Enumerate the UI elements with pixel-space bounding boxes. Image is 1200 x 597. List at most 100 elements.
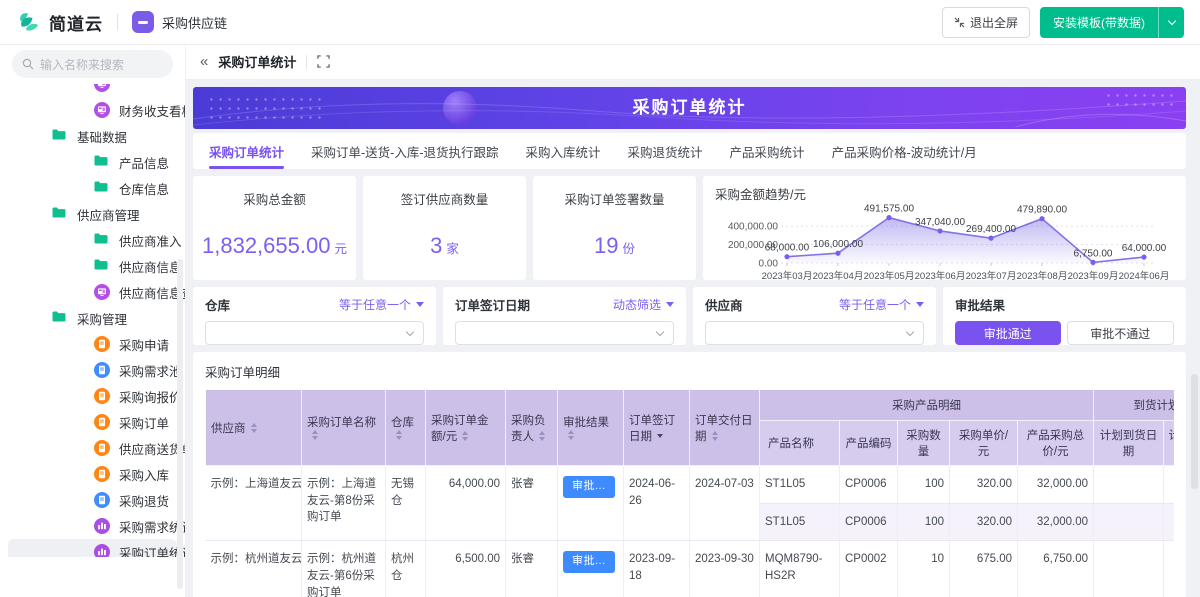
sidebar-item[interactable]: 产品信息: [8, 149, 177, 175]
svg-text:269,400.00: 269,400.00: [966, 224, 1016, 235]
filter-label: 审批结果: [955, 295, 1005, 314]
quantity-cell: 10: [898, 541, 950, 597]
sidebar-item[interactable]: [8, 84, 177, 97]
filter-option-button[interactable]: 审批通过: [955, 321, 1061, 345]
sidebar-item[interactable]: 采购询报价: [8, 383, 177, 409]
plan-date-cell: [1094, 541, 1164, 597]
plan-qty-cell: [1164, 541, 1175, 597]
unit-price-cell: 320.00: [950, 503, 1018, 541]
sidebar-item[interactable]: 采购退货: [8, 487, 177, 513]
column-header[interactable]: 订单签订日期: [624, 390, 690, 466]
sidebar-item[interactable]: 采购入库: [8, 461, 177, 487]
sub-column-header: 产品名称: [760, 421, 840, 466]
order-name-cell: 示例：上海道友云-第8份采购订单: [302, 466, 386, 541]
plan-qty-cell: [1164, 503, 1175, 541]
expand-fullscreen-icon[interactable]: [317, 55, 330, 68]
sidebar-item[interactable]: 供应商信息查询: [8, 279, 177, 305]
sign-date-cell: 2024-06-26: [624, 466, 690, 541]
svg-text:400,000.00: 400,000.00: [728, 222, 778, 233]
report-tab[interactable]: 产品采购价格-波动统计/月: [832, 133, 977, 169]
chevron-down-icon: [656, 328, 664, 336]
app-window: 简道云 采购供应链 退出全屏 安装模板(带数据): [0, 0, 1200, 597]
warehouse-cell: 杭州仓: [386, 541, 426, 597]
install-template-button[interactable]: 安装模板(带数据): [1040, 7, 1184, 38]
sort-icon: [712, 431, 718, 441]
sidebar-item[interactable]: 采购管理: [8, 305, 177, 331]
folder-icon: [52, 128, 68, 144]
orders-table: 供应商采购订单名称仓库采购订单金额/元采购负责人审批结果订单签订日期订单交付日期…: [205, 389, 1174, 597]
sidebar-item-label: 基础数据: [77, 127, 127, 146]
column-header[interactable]: 订单交付日期: [690, 390, 760, 466]
filter-label: 订单签订日期: [455, 295, 530, 314]
column-header[interactable]: 仓库: [386, 390, 426, 466]
sub-column-header: 产品采购总价/元: [1018, 421, 1094, 466]
report-tab[interactable]: 采购订单-送货-入库-退货执行跟踪: [311, 133, 499, 169]
product-code-cell: CP0002: [840, 541, 898, 597]
svg-text:2024年06月: 2024年06月: [1119, 270, 1170, 282]
app-icon: [132, 11, 154, 33]
deliver-date-cell: 2023-09-30: [690, 541, 760, 597]
sort-icon: [251, 423, 257, 433]
dashboard-content: 采购订单统计 采购订单统计采购订单-送货-入库-退货执行跟踪采购入库统计采购退货…: [186, 80, 1200, 597]
filter-card: 仓库 等于任意一个: [193, 287, 436, 345]
banner: 采购订单统计: [193, 87, 1186, 129]
sidebar-scrollbar[interactable]: [177, 259, 183, 589]
unit-price-cell: 320.00: [950, 466, 1018, 504]
column-header[interactable]: 采购订单名称: [302, 390, 386, 466]
sidebar-item-label: 供应商信息查询: [119, 283, 185, 302]
report-tab[interactable]: 产品采购统计: [730, 133, 805, 169]
report-tab[interactable]: 采购退货统计: [628, 133, 703, 169]
exit-fullscreen-button[interactable]: 退出全屏: [942, 7, 1030, 38]
column-header[interactable]: 采购负责人: [506, 390, 558, 466]
svg-text:347,040.00: 347,040.00: [915, 217, 965, 228]
filter-operator[interactable]: 动态筛选: [613, 296, 674, 313]
trend-chart-card: 采购金额趋势/元 0.00200,000.00400,000.0068,000.…: [703, 176, 1186, 280]
sidebar-item[interactable]: 采购申请: [8, 331, 177, 357]
sidebar-item[interactable]: 基础数据: [8, 123, 177, 149]
filter-select[interactable]: [205, 321, 424, 345]
quantity-cell: 100: [898, 503, 950, 541]
exit-fullscreen-label: 退出全屏: [970, 14, 1018, 31]
svg-text:68,000.00: 68,000.00: [765, 243, 810, 254]
filter-operator[interactable]: 等于任意一个: [339, 296, 424, 313]
sidebar-item[interactable]: 财务收支看板: [8, 97, 177, 123]
column-header[interactable]: 供应商: [206, 390, 302, 466]
column-header[interactable]: 审批结果: [558, 390, 624, 466]
total-price-cell: 32,000.00: [1018, 503, 1094, 541]
caret-down-icon: [416, 302, 424, 307]
sidebar-item[interactable]: 供应商送货单: [8, 435, 177, 461]
sidebar-item[interactable]: 供应商管理: [8, 201, 177, 227]
sort-icon: [312, 430, 318, 440]
sidebar-item[interactable]: 仓库信息: [8, 175, 177, 201]
sidebar-item[interactable]: 采购需求统计: [8, 513, 177, 539]
sidebar-item[interactable]: 采购订单: [8, 409, 177, 435]
search-input[interactable]: 输入名称来搜索: [12, 50, 173, 78]
sidebar-item[interactable]: 供应商准入: [8, 227, 177, 253]
filter-option-button[interactable]: 审批不通过: [1067, 321, 1175, 345]
filter-label: 仓库: [205, 295, 230, 314]
owner-cell: 张睿: [506, 541, 558, 597]
svg-text:2023年04月: 2023年04月: [813, 270, 864, 282]
filter-select[interactable]: [705, 321, 924, 345]
sub-column-header: 产品编码: [840, 421, 898, 466]
collapse-sidebar-icon[interactable]: «: [200, 54, 208, 69]
report-tab[interactable]: 采购订单统计: [209, 133, 284, 169]
sidebar-item[interactable]: 采购需求池: [8, 357, 177, 383]
chevron-down-icon[interactable]: [1158, 7, 1184, 38]
product-code-cell: CP0006: [840, 466, 898, 504]
owner-cell: 张睿: [506, 466, 558, 541]
report-tab[interactable]: 采购入库统计: [526, 133, 601, 169]
svg-text:2023年05月: 2023年05月: [864, 270, 915, 282]
column-header[interactable]: 采购订单金额/元: [426, 390, 506, 466]
approval-status-button[interactable]: 审批...: [563, 551, 615, 573]
dashboard-icon: [94, 102, 110, 118]
table-title: 采购订单明细: [193, 352, 1186, 389]
filter-operator[interactable]: 等于任意一个: [839, 296, 924, 313]
sidebar-item[interactable]: 采购订单统计: [8, 539, 177, 557]
form-icon: [94, 492, 110, 508]
sidebar-item[interactable]: 供应商信息: [8, 253, 177, 279]
filter-select[interactable]: [455, 321, 674, 345]
content-scrollbar[interactable]: [1191, 374, 1198, 489]
approval-status-button[interactable]: 审批...: [563, 476, 615, 498]
sub-column-header: 计划到货日期: [1094, 421, 1164, 466]
